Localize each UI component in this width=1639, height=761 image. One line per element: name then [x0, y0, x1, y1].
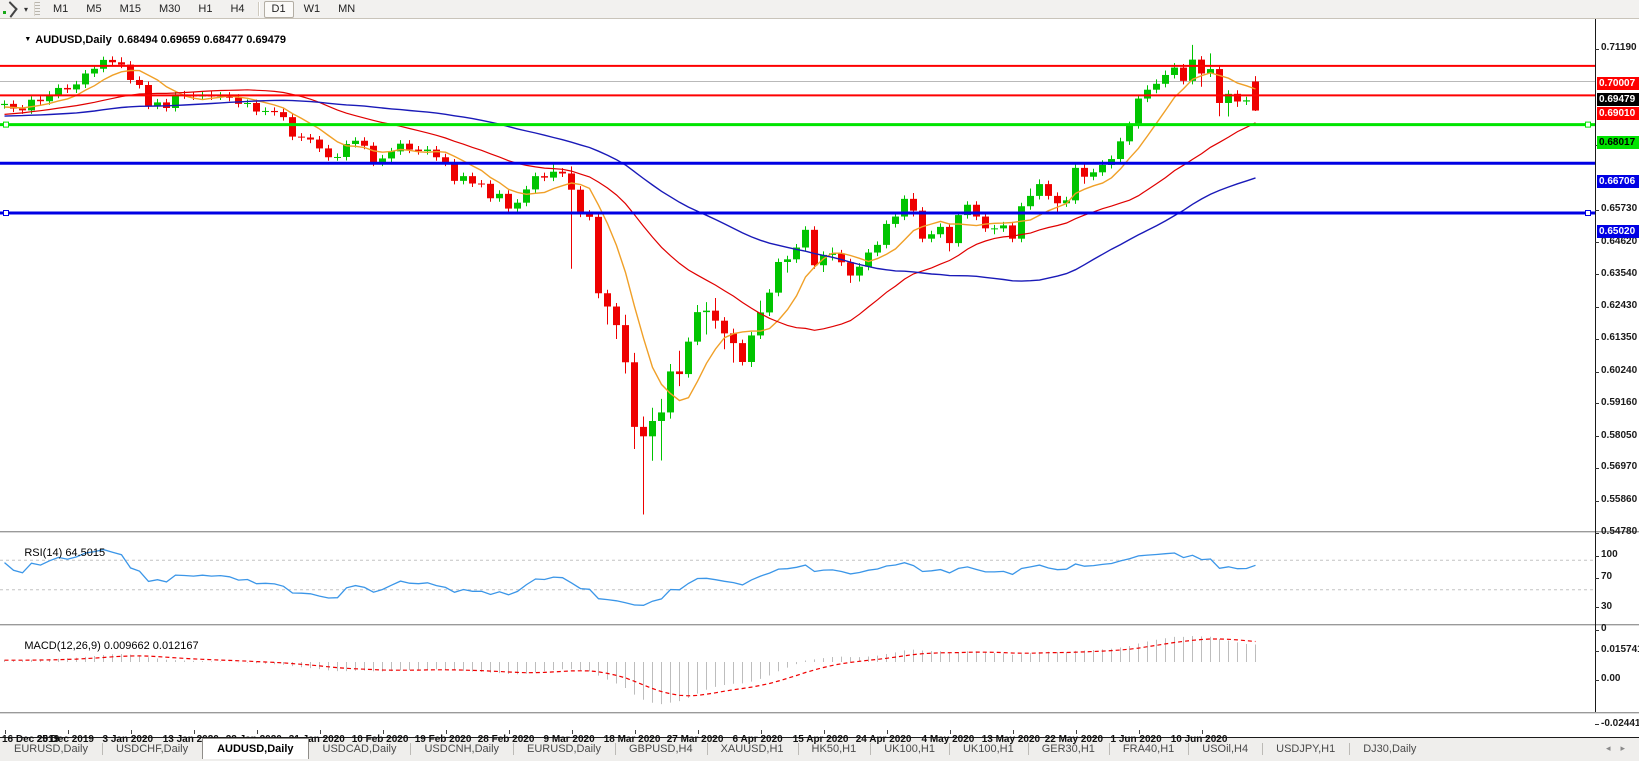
- price-tick-label: 0.58050: [1601, 430, 1637, 441]
- timeframe-button-m15[interactable]: M15: [112, 1, 149, 18]
- price-tick-label: 0.71190: [1601, 42, 1637, 53]
- price-tick-label: 0.60240: [1601, 365, 1637, 376]
- timeframe-button-h1[interactable]: H1: [190, 1, 220, 18]
- price-tick-mark: [1595, 49, 1599, 50]
- trading-platform-window: ▾ M1M5M15M30H1H4 D1W1MN ▼ AUDUSD,Daily 0.6…: [0, 0, 1639, 761]
- price-tick-mark: [1595, 630, 1599, 631]
- price-tick-label: 0.56970: [1601, 461, 1637, 472]
- price-tick-mark: [1595, 578, 1599, 579]
- date-tick-label: 10 Feb 2020: [352, 734, 409, 745]
- date-tick-label: 15 Apr 2020: [793, 734, 849, 745]
- chart-area[interactable]: ▼ AUDUSD,Daily 0.68494 0.69659 0.68477 0.…: [0, 18, 1639, 737]
- chart-symbol: AUDUSD,Daily: [35, 34, 111, 46]
- date-tick-label: 28 Feb 2020: [478, 734, 535, 745]
- price-label-0.66706: 0.66706: [1597, 175, 1639, 188]
- price-tick-mark: [1595, 339, 1599, 340]
- rsi-indicator-label: RSI(14) 64.5015: [6, 535, 105, 571]
- date-tick-label: 22 May 2020: [1045, 734, 1103, 745]
- price-tick-label: 0.59160: [1601, 397, 1637, 408]
- date-tick-label: 10 Jun 2020: [1171, 734, 1228, 745]
- price-label-0.65020: 0.65020: [1597, 225, 1639, 238]
- macd-axis-label: 0.015741: [1601, 644, 1639, 655]
- macd-axis-label: 0.00: [1601, 673, 1620, 684]
- price-tick-mark: [1595, 242, 1599, 243]
- price-tick-mark: [1595, 403, 1599, 404]
- price-tick-mark: [1595, 533, 1599, 534]
- macd-values: 0.009662 0.012167: [104, 640, 199, 652]
- rsi-axis-label: 0: [1601, 623, 1607, 634]
- date-tick-label: 18 Mar 2020: [604, 734, 661, 745]
- timeframe-button-m5[interactable]: M5: [78, 1, 109, 18]
- symbol-caret-icon[interactable]: ▼: [24, 36, 31, 43]
- price-tick-mark: [1595, 724, 1599, 725]
- cursor-tool-icon[interactable]: [0, 1, 22, 17]
- date-tick-label: 3 Jan 2020: [103, 734, 154, 745]
- bid-price-label: 0.69479: [1597, 93, 1639, 106]
- timeframe-button-w1[interactable]: W1: [296, 1, 329, 18]
- macd-indicator-label: MACD(12,26,9) 0.009662 0.012167: [6, 628, 199, 664]
- cursor-dot-icon: [3, 11, 6, 14]
- tab-scrollers: ◂ ▸: [1606, 738, 1639, 754]
- toolbar-separator: [258, 2, 259, 16]
- price-label-0.69010: 0.69010: [1597, 107, 1639, 120]
- date-tick-label: 13 May 2020: [982, 734, 1040, 745]
- date-tick-label: 1 Jun 2020: [1111, 734, 1162, 745]
- price-label-0.70007: 0.70007: [1597, 77, 1639, 90]
- date-tick-label: 9 Mar 2020: [544, 734, 595, 745]
- chart-canvas: [0, 18, 1639, 737]
- date-tick-label: 25 Dec 2019: [37, 734, 94, 745]
- cursor-glyph-icon: [3, 1, 17, 18]
- chart-tab-dj30-daily[interactable]: DJ30,Daily: [1349, 739, 1430, 759]
- toolbar-grip-icon[interactable]: [34, 2, 40, 16]
- timeframe-button-m30[interactable]: M30: [151, 1, 188, 18]
- price-tick-label: 0.65730: [1601, 203, 1637, 214]
- rsi-axis-label: 70: [1601, 571, 1612, 582]
- price-tick-mark: [1595, 501, 1599, 502]
- price-tick-mark: [1595, 274, 1599, 275]
- chart-tab-audusd-daily[interactable]: AUDUSD,Daily: [202, 738, 308, 759]
- hline-handle[interactable]: [4, 211, 9, 216]
- price-tick-label: 0.61350: [1601, 332, 1637, 343]
- timeframe-button-mn[interactable]: MN: [330, 1, 363, 18]
- price-tick-mark: [1595, 210, 1599, 211]
- chart-ohlc: 0.68494 0.69659 0.68477 0.69479: [118, 34, 286, 46]
- timeframe-toolbar: ▾ M1M5M15M30H1H4 D1W1MN: [0, 0, 1639, 19]
- price-tick-mark: [1595, 556, 1599, 557]
- price-tick-label: 0.55860: [1601, 494, 1637, 505]
- hline-handle[interactable]: [4, 122, 9, 127]
- price-tick-label: 0.54780: [1601, 526, 1637, 537]
- price-tick-label: 0.62430: [1601, 300, 1637, 311]
- hline-handle[interactable]: [1586, 122, 1591, 127]
- date-tick-label: 27 Mar 2020: [667, 734, 724, 745]
- timeframe-button-m1[interactable]: M1: [45, 1, 76, 18]
- tab-scroll-right-icon[interactable]: ▸: [1620, 743, 1625, 754]
- chevron-down-icon[interactable]: ▾: [24, 5, 28, 14]
- price-tick-mark: [1595, 607, 1599, 608]
- date-tick-label: 4 May 2020: [922, 734, 975, 745]
- timeframe-buttons: M1M5M15M30H1H4 D1W1MN: [44, 1, 364, 18]
- price-tick-mark: [1595, 307, 1599, 308]
- macd-axis-label: -0.024412: [1601, 718, 1639, 729]
- price-tick-mark: [1595, 468, 1599, 469]
- price-tick-mark: [1595, 680, 1599, 681]
- price-tick-mark: [1595, 651, 1599, 652]
- rsi-axis-label: 100: [1601, 549, 1618, 560]
- timeframe-button-h4[interactable]: H4: [222, 1, 252, 18]
- rsi-axis-label: 30: [1601, 601, 1612, 612]
- date-tick-label: 6 Apr 2020: [733, 734, 783, 745]
- price-tick-label: 0.63540: [1601, 268, 1637, 279]
- timeframe-button-d1[interactable]: D1: [264, 1, 294, 18]
- price-tick-mark: [1595, 372, 1599, 373]
- rsi-value: 64.5015: [65, 547, 105, 559]
- price-label-0.68017: 0.68017: [1597, 136, 1639, 149]
- date-tick-label: 24 Apr 2020: [856, 734, 912, 745]
- chart-tab-usdjpy-h1[interactable]: USDJPY,H1: [1262, 739, 1349, 759]
- tab-scroll-left-icon[interactable]: ◂: [1606, 743, 1611, 754]
- chart-title: ▼ AUDUSD,Daily 0.68494 0.69659 0.68477 0.…: [6, 22, 286, 58]
- date-tick-label: 19 Feb 2020: [415, 734, 472, 745]
- hline-handle[interactable]: [1586, 211, 1591, 216]
- price-tick-mark: [1595, 436, 1599, 437]
